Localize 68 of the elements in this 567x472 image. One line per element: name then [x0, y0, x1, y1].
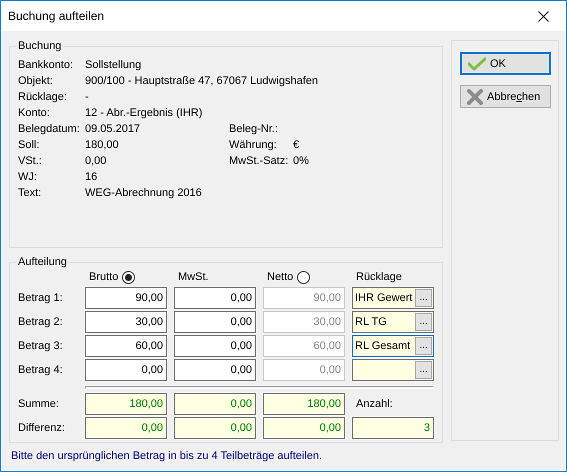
row-label: Summe: [18, 397, 59, 411]
field-value: - [85, 90, 89, 104]
field-label: Rücklage: [18, 90, 67, 104]
radio-button[interactable]: Brutto [89, 270, 136, 284]
group-title: Aufteilung [17, 256, 68, 269]
radio-icon [122, 270, 136, 284]
radio-icon [297, 270, 310, 284]
field-value: 0% [293, 154, 309, 168]
cross-icon [467, 88, 483, 104]
window-title: Buchung aufteilen [8, 8, 104, 24]
field-label: VSt.: [18, 154, 42, 168]
field-label: Belegdatum: [18, 122, 80, 136]
row-label: Differenz: [18, 421, 65, 435]
row-label: Betrag 1: [18, 291, 63, 305]
browse-button[interactable]: ... [415, 337, 432, 355]
column-header: MwSt. [178, 270, 209, 284]
row-label: Betrag 4: [18, 363, 63, 377]
amount-field[interactable]: 60,00 [85, 335, 167, 357]
field-value: Sollstellung [85, 58, 142, 72]
reserve-field[interactable]: IHR Gewert ... [352, 287, 434, 309]
field-label: Währung: [229, 138, 277, 152]
amount-field[interactable]: 0,00 [85, 359, 167, 381]
reserve-field[interactable]: ... [352, 359, 434, 381]
field-value: 900/100 - Hauptstraße 47, 67067 Ludwigshafen [85, 74, 318, 88]
total-field[interactable]: 0,00 [174, 393, 256, 415]
field-value: 180,00 [85, 138, 119, 152]
ok-button[interactable]: OK [460, 52, 551, 75]
amount-field[interactable]: 90,00 [85, 287, 167, 309]
amount-field[interactable]: 0,00 [174, 335, 256, 357]
close-icon [538, 10, 548, 22]
field-value: 12 - Abr.-Ergebnis (IHR) [85, 106, 202, 120]
radio-button[interactable]: Netto [267, 270, 310, 284]
field-label: Bankkonto: [18, 58, 74, 72]
field-value: 09.05.2017 [85, 122, 140, 136]
row-label: Betrag 2: [18, 315, 63, 329]
amount-field[interactable]: 0,00 [174, 311, 256, 333]
field-label: Beleg-Nr.: [229, 122, 278, 136]
column-header: Rücklage [356, 270, 402, 284]
field-label: WJ: [18, 170, 37, 184]
field-label: Konto: [18, 106, 50, 120]
browse-button[interactable]: ... [415, 361, 432, 379]
total-field[interactable]: 180,00 [263, 393, 345, 415]
field-label: Objekt: [18, 74, 53, 88]
check-icon [468, 56, 486, 70]
browse-button[interactable]: ... [415, 289, 432, 307]
field-value: 0,00 [85, 154, 106, 168]
count-label: Anzahl: [356, 397, 393, 411]
count-field[interactable]: 3 [352, 417, 434, 439]
total-field[interactable]: 0,00 [174, 417, 256, 439]
group-title: Buchung [17, 40, 62, 53]
field-label: MwSt.-Satz: [229, 154, 288, 168]
amount-field[interactable]: 0,00 [174, 359, 256, 381]
field-value: 16 [85, 170, 98, 184]
row-label: Betrag 3: [18, 339, 63, 353]
amount-field[interactable]: 30,00 [85, 311, 167, 333]
total-field[interactable]: 0,00 [85, 417, 167, 439]
field-value: WEG-Abrechnung 2016 [85, 186, 202, 200]
reserve-field[interactable]: RL TG ... [352, 311, 434, 333]
field-label: Soll: [18, 138, 40, 152]
amount-field[interactable]: 0,00 [174, 287, 256, 309]
browse-button[interactable]: ... [415, 313, 432, 331]
total-field[interactable]: 180,00 [85, 393, 167, 415]
cancel-button[interactable]: Abbrechen [460, 85, 551, 108]
field-label: Text: [18, 186, 42, 200]
hint-text: Bitte den ursprünglichen Betrag in bis zu 4 Teilbeträge aufteilen. [11, 450, 322, 462]
total-field[interactable]: 0,00 [263, 417, 345, 439]
reserve-field[interactable]: RL Gesamt ... [352, 335, 434, 357]
field-value: € [293, 138, 300, 152]
